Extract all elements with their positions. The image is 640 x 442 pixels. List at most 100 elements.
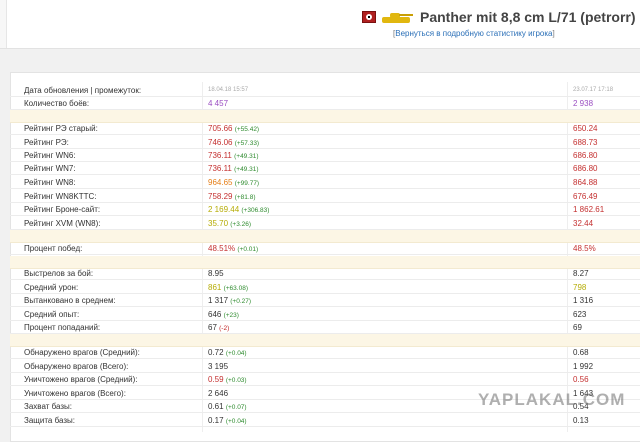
previous-value: 650.24	[573, 124, 598, 133]
current-value: 758.29 (+81.8)	[208, 190, 255, 204]
previous-value: 0.56	[573, 375, 589, 384]
previous-value: 686.80	[573, 151, 598, 160]
delta-value: (+0.27)	[230, 298, 252, 305]
stat-label: Средний опыт:	[24, 310, 80, 319]
current-value-text: 646	[208, 310, 222, 319]
tank-header: Panther mit 8,8 cm L/71 (petrorr)	[362, 8, 636, 26]
current-value: 4 457	[208, 97, 228, 110]
previous-value: 1 862.61	[573, 205, 605, 214]
delta-value: (-2)	[219, 325, 230, 332]
delta-value: (+306.83)	[241, 207, 270, 214]
current-value-text: 758.29	[208, 192, 233, 201]
delta-value: (+0.01)	[237, 246, 259, 253]
stat-row: Защита базы: 0.17 (+0.04) 0.13	[10, 414, 640, 427]
stat-row: Рейтинг РЭ: 746.06 (+57.33) 688.73	[10, 136, 640, 149]
delta-value: (+81.8)	[234, 194, 256, 201]
current-value-text: 35.70	[208, 219, 229, 228]
current-value: 705.66 (+55.42)	[208, 122, 259, 136]
delta-value: (+3.26)	[230, 221, 252, 228]
delta-value: (+55.42)	[234, 126, 260, 133]
stat-row: Рейтинг РЭ старый: 705.66 (+55.42) 650.24	[10, 122, 640, 135]
current-value-text: 736.11	[208, 151, 232, 160]
stat-label: Захват базы:	[24, 402, 72, 411]
delta-value: (+63.08)	[223, 285, 248, 292]
stat-row: Обнаружено врагов (Средний): 0.72 (+0.04)…	[10, 346, 640, 359]
current-value-text: 736.11	[208, 164, 232, 173]
delta-value: (+23)	[223, 312, 239, 319]
stat-row: Дата обновления | промежуток: 18.04.18 15…	[10, 84, 640, 97]
previous-value: 2 938	[573, 99, 594, 108]
tank-title: Panther mit 8,8 cm L/71 (petrorr)	[420, 9, 636, 25]
current-value-text: 48.51%	[208, 244, 236, 253]
stat-label: Рейтинг WN6:	[24, 151, 76, 160]
previous-value: 48.5%	[573, 244, 596, 253]
previous-value: 1 316	[573, 296, 594, 305]
delta-value: (+0.04)	[225, 418, 247, 425]
delta-value: (+49.31)	[234, 153, 259, 160]
tank-icon	[380, 10, 414, 24]
previous-value: 864.88	[573, 178, 598, 187]
stat-row: Средний опыт: 646 (+23) 623	[10, 308, 640, 321]
current-value-text: 67	[208, 323, 217, 332]
stat-row: Средний урон: 861 (+63.08) 798	[10, 281, 640, 294]
current-value-text: 861	[208, 283, 222, 292]
current-value: 646 (+23)	[208, 308, 239, 322]
germany-flag-icon	[362, 11, 376, 23]
current-value-text: 2 646	[208, 389, 229, 398]
stat-label: Вытанковано в среднем:	[24, 296, 116, 305]
current-value: 48.51% (+0.01)	[208, 242, 258, 256]
watermark: YAPLAKAL.COM	[478, 390, 626, 409]
previous-value: 8.27	[573, 269, 589, 278]
current-value: 746.06 (+57.33)	[208, 136, 259, 150]
previous-value: 798	[573, 283, 587, 292]
previous-value: 0.68	[573, 348, 589, 357]
stat-row: Рейтинг WN8: 964.65 (+99.77) 864.88	[10, 176, 640, 189]
stat-label: Рейтинг WN8KTTC:	[24, 192, 97, 201]
back-link-wrapper: [Вернуться в подробную статистику игрока…	[393, 29, 555, 38]
current-value-text: 0.59	[208, 375, 224, 384]
delta-value: (+49.31)	[234, 166, 259, 173]
delta-value: (+99.77)	[234, 180, 260, 187]
current-value-text: 4 457	[208, 99, 229, 108]
stat-row: Количество боёв: 4 457 2 938	[10, 97, 640, 110]
stat-row: Рейтинг WN6: 736.11 (+49.31) 686.80	[10, 149, 640, 162]
delta-value: (+0.04)	[225, 350, 247, 357]
stat-row: Рейтинг XVM (WN8): 35.70 (+3.26) 32.44	[10, 217, 640, 230]
current-value-text: 18.04.18 15:57	[208, 87, 249, 93]
stat-row: Вытанковано в среднем: 1 317 (+0.27) 1 316	[10, 294, 640, 307]
stat-row: Выстрелов за бой: 8.95 8.27	[10, 267, 640, 280]
delta-value: (+0.03)	[225, 377, 247, 384]
current-value-text: 3 195	[208, 362, 229, 371]
stat-row: Уничтожено врагов (Средний): 0.59 (+0.03)…	[10, 373, 640, 386]
current-value: 67 (-2)	[208, 321, 229, 335]
previous-value: 69	[573, 323, 582, 332]
previous-value: 623	[573, 310, 587, 319]
current-value: 0.72 (+0.04)	[208, 346, 247, 360]
stat-label: Обнаружено врагов (Средний):	[24, 348, 140, 357]
previous-value: 23.07.17 17:18	[573, 87, 614, 93]
stat-label: Уничтожено врагов (Средний):	[24, 375, 138, 384]
delta-value: (+0.07)	[225, 404, 247, 411]
stat-label: Рейтинг РЭ старый:	[24, 124, 98, 133]
stat-label: Обнаружено врагов (Всего):	[24, 362, 129, 371]
stat-row: Процент попаданий: 67 (-2) 69	[10, 321, 640, 334]
stat-label: Рейтинг Броне-сайт:	[24, 205, 101, 214]
stat-label: Количество боёв:	[24, 99, 90, 108]
back-to-stats-link[interactable]: Вернуться в подробную статистику игрока	[395, 29, 552, 38]
current-value: 964.65 (+99.77)	[208, 176, 259, 190]
current-value: 1 317 (+0.27)	[208, 294, 251, 308]
current-value: 2 169.44 (+306.83)	[208, 203, 269, 217]
stat-label: Уничтожено врагов (Всего):	[24, 389, 126, 398]
previous-value: 688.73	[573, 138, 598, 147]
previous-value: 686.80	[573, 164, 598, 173]
current-value-text: 964.65	[208, 178, 233, 187]
current-value: 8.95	[208, 267, 224, 280]
current-value-text: 705.66	[208, 124, 233, 133]
stat-label: Рейтинг РЭ:	[24, 138, 69, 147]
current-value-text: 0.72	[208, 348, 224, 357]
stat-label: Защита базы:	[24, 416, 75, 425]
stat-label: Процент побед:	[24, 244, 83, 253]
top-bar: Panther mit 8,8 cm L/71 (petrorr) [Верну…	[0, 0, 640, 49]
previous-value: 32.44	[573, 219, 594, 228]
previous-value: 676.49	[573, 192, 598, 201]
